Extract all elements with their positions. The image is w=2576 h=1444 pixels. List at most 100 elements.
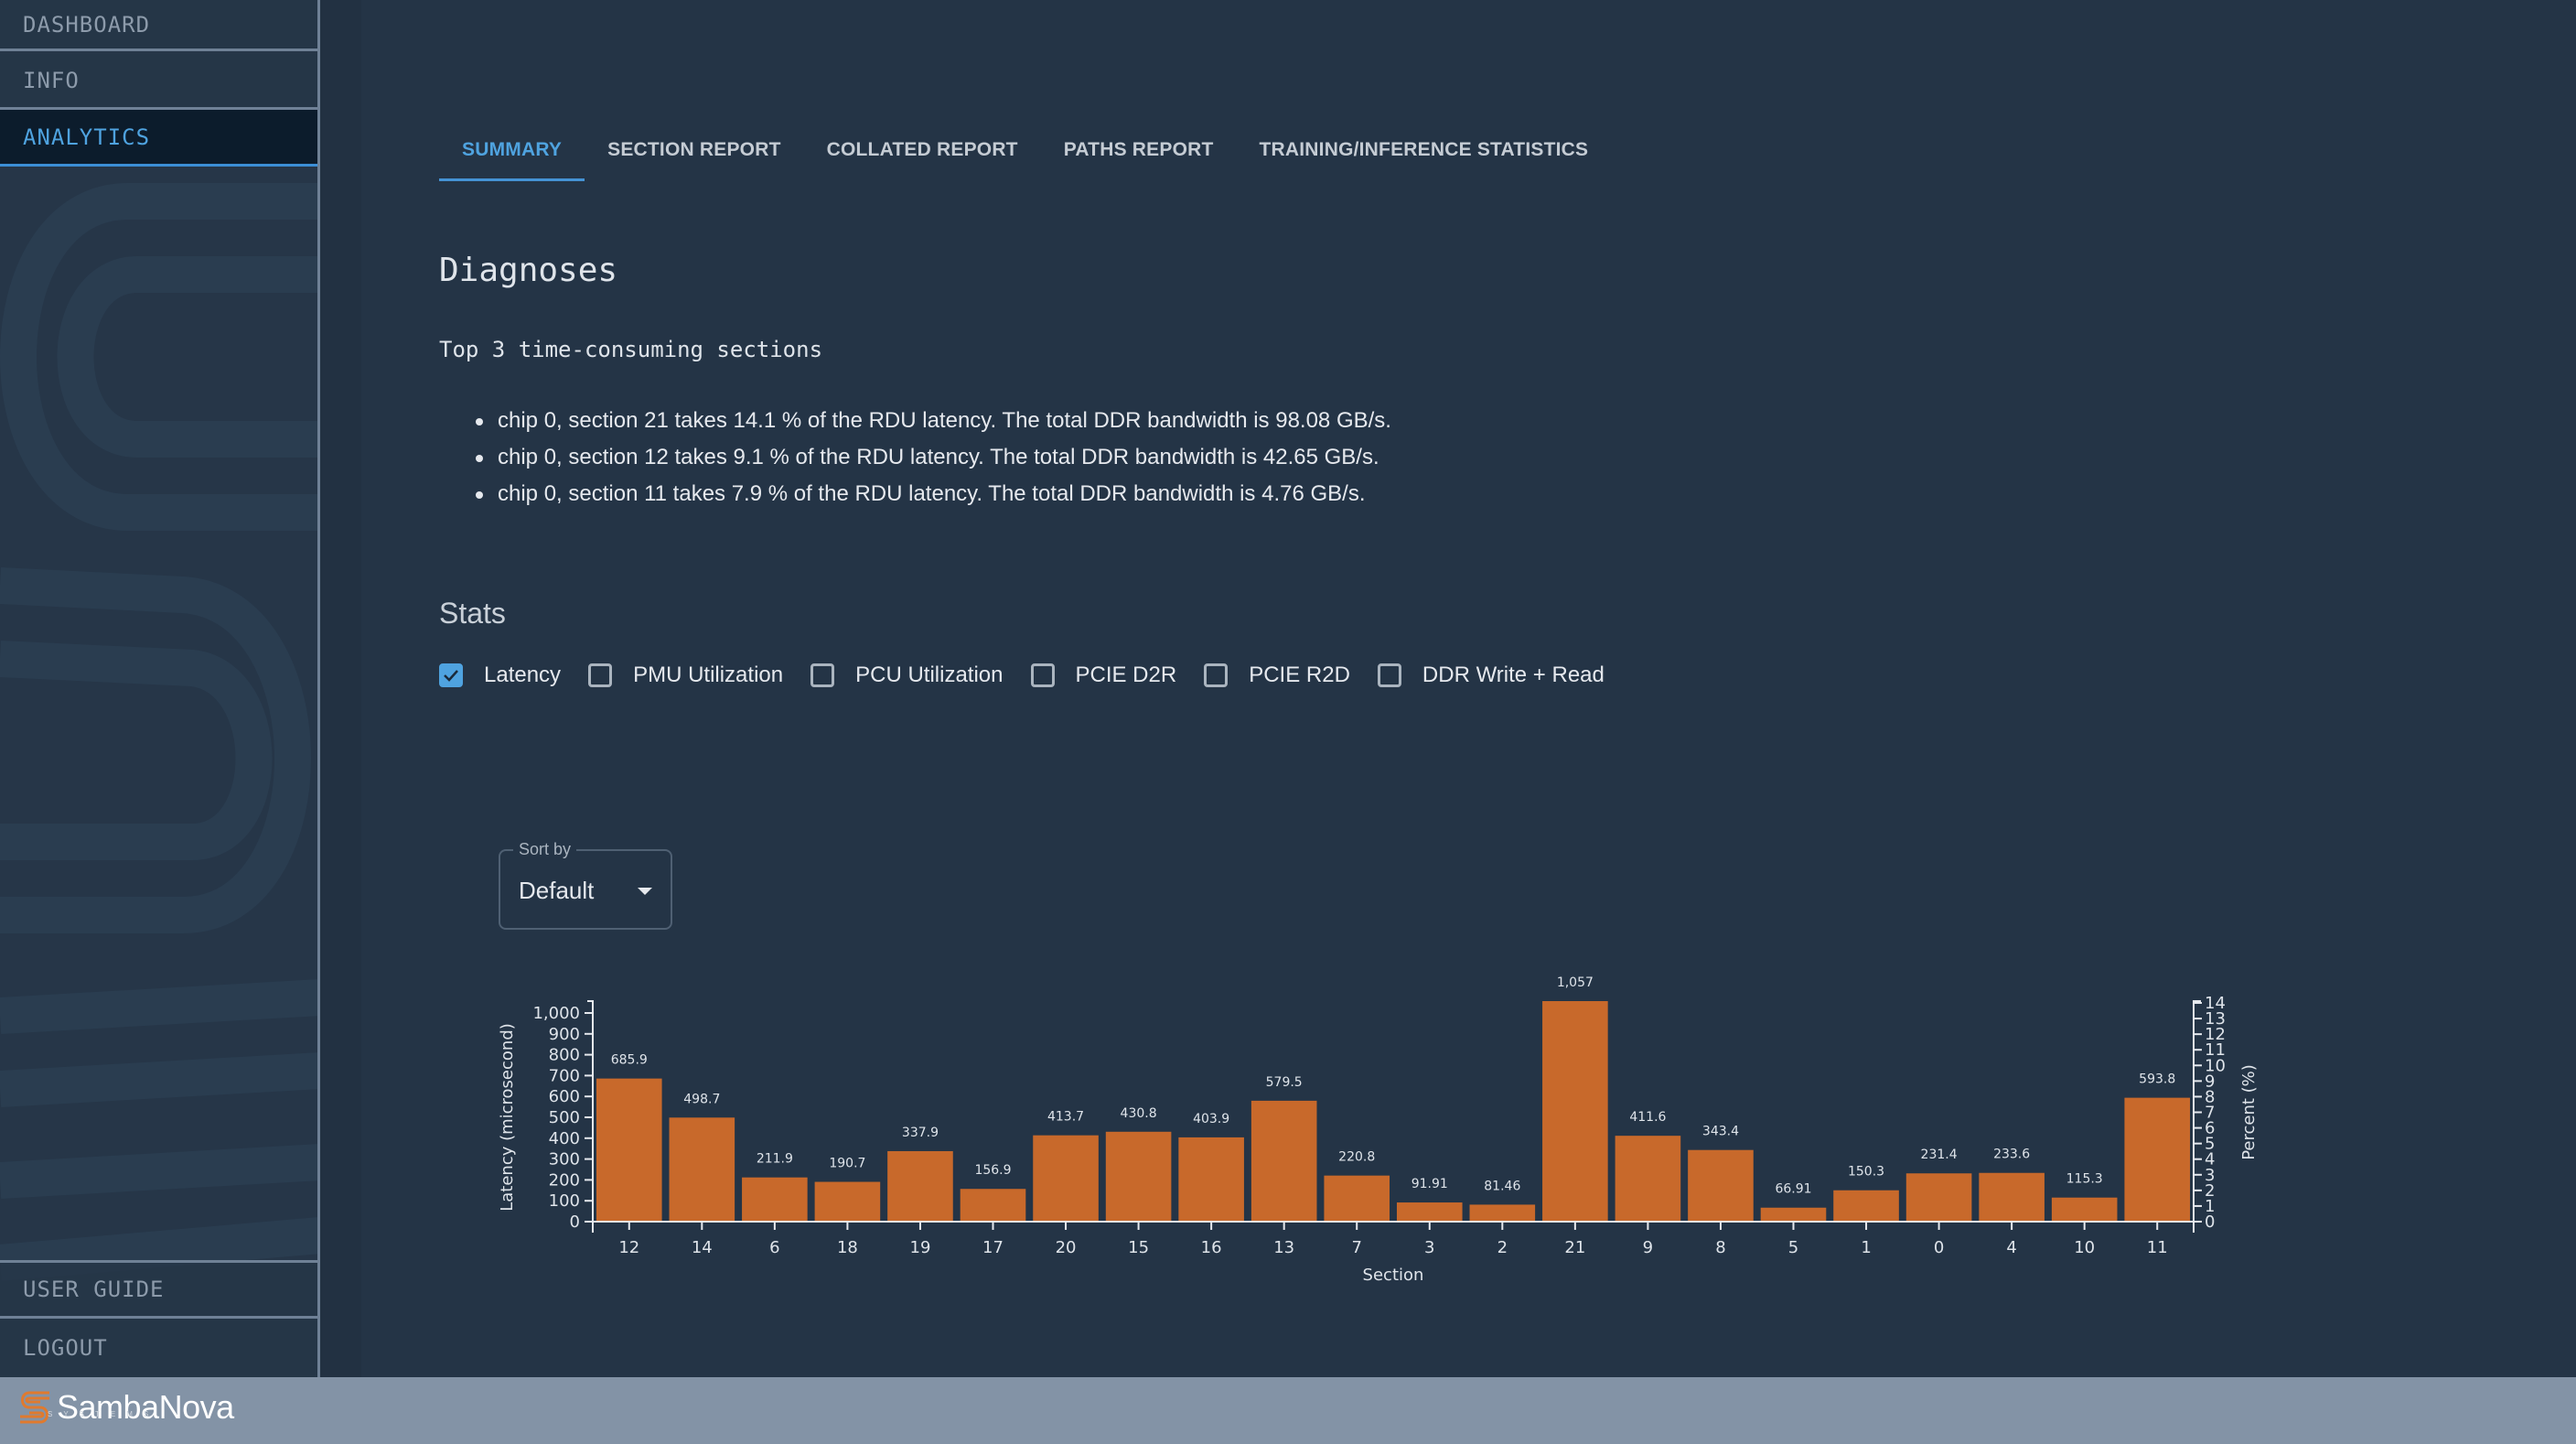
ddr-write-read-checkbox[interactable]: DDR Write + Read	[1377, 663, 1605, 688]
bar-value-label: 150.3	[1848, 1165, 1884, 1180]
bar-section-15	[1105, 1131, 1172, 1222]
x-tick-label: 21	[1564, 1238, 1585, 1257]
y-tick-label: 600	[549, 1087, 580, 1106]
checkbox-unchecked-icon[interactable]	[810, 663, 835, 687]
checkbox-label: DDR Write + Read	[1422, 663, 1605, 687]
bar-section-18	[814, 1181, 881, 1222]
x-tick-label: 1	[1861, 1238, 1871, 1257]
x-tick-label: 11	[2147, 1238, 2168, 1257]
y2-tick-label: 1	[2205, 1197, 2215, 1216]
x-tick-label: 3	[1424, 1238, 1434, 1257]
sidebar-item-label: DASHBOARD	[23, 11, 151, 38]
latency-checkbox[interactable]: Latency	[439, 663, 561, 688]
sidebar-item-user-guide[interactable]: USER GUIDE	[0, 1260, 317, 1319]
y2-tick-label: 3	[2205, 1166, 2215, 1185]
y2-tick-label: 12	[2205, 1025, 2226, 1044]
sidebar-background-art	[0, 183, 317, 1281]
pcie-d2r-checkbox[interactable]: PCIE D2R	[1030, 663, 1176, 688]
pmu-utilization-checkbox[interactable]: PMU Utilization	[588, 663, 783, 688]
tab-section-report[interactable]: SECTION REPORT	[585, 119, 803, 181]
x-tick-label: 12	[618, 1238, 639, 1257]
bar-value-label: 81.46	[1484, 1179, 1520, 1193]
y2-tick-label: 13	[2205, 1009, 2226, 1029]
bar-section-20	[1033, 1135, 1099, 1222]
checkbox-label: PCU Utilization	[855, 663, 1004, 687]
diagnoses-list: chip 0, section 21 takes 14.1 % of the R…	[476, 403, 1391, 512]
y-tick-label: 300	[549, 1150, 580, 1169]
x-tick-label: 14	[692, 1238, 713, 1257]
bar-section-3	[1396, 1202, 1463, 1222]
bar-section-16	[1178, 1137, 1244, 1222]
bar-section-13	[1250, 1100, 1317, 1222]
y2-tick-label: 4	[2205, 1150, 2215, 1169]
bar-value-label: 685.9	[611, 1053, 648, 1068]
bar-value-label: 593.8	[2139, 1072, 2175, 1087]
checkbox-label: PCIE R2D	[1249, 663, 1350, 687]
x-tick-label: 2	[1497, 1238, 1508, 1257]
sort-by-select[interactable]: Sort by Default	[499, 840, 672, 930]
bar-value-label: 579.5	[1266, 1075, 1303, 1090]
bar-section-1	[1833, 1190, 1899, 1222]
x-tick-label: 15	[1128, 1238, 1149, 1257]
x-tick-label: 10	[2074, 1238, 2095, 1257]
bar-value-label: 337.9	[902, 1126, 939, 1140]
bar-value-label: 413.7	[1047, 1110, 1084, 1125]
y2-tick-label: 8	[2205, 1087, 2215, 1106]
checkbox-unchecked-icon[interactable]	[1030, 663, 1055, 687]
sidebar-item-logout[interactable]: LOGOUT	[0, 1319, 317, 1377]
bar-section-21	[1542, 1001, 1608, 1222]
bar-value-label: 231.4	[1921, 1148, 1958, 1162]
checkbox-unchecked-icon[interactable]	[588, 663, 613, 687]
sidebar-item-info[interactable]: INFO	[0, 54, 317, 110]
bar-section-10	[2051, 1197, 2118, 1222]
tab-training-inference-statistics[interactable]: TRAINING/INFERENCE STATISTICS	[1237, 119, 1612, 181]
list-item: chip 0, section 12 takes 9.1 % of the RD…	[476, 439, 1391, 476]
y-tick-label: 800	[549, 1046, 580, 1065]
sidebar-item-dashboard[interactable]: DASHBOARD	[0, 0, 317, 51]
bar-section-0	[1905, 1173, 1972, 1222]
bar-section-11	[2124, 1097, 2191, 1222]
stats-heading: Stats	[439, 597, 506, 630]
y2-tick-label: 7	[2205, 1104, 2215, 1123]
y2-axis-line	[2193, 1000, 2201, 1233]
y-tick-label: 0	[570, 1212, 580, 1232]
checkbox-unchecked-icon[interactable]	[1204, 663, 1229, 687]
bar-section-12	[596, 1078, 662, 1222]
y2-tick-label: 9	[2205, 1072, 2215, 1091]
bar-section-8	[1688, 1149, 1754, 1222]
x-tick-label: 18	[837, 1238, 858, 1257]
checkbox-unchecked-icon[interactable]	[1377, 663, 1401, 687]
checkbox-label: PMU Utilization	[633, 663, 784, 687]
checkbox-checked-icon[interactable]	[439, 663, 463, 687]
bar-value-label: 66.91	[1775, 1182, 1811, 1197]
sort-by-label: Sort by	[513, 840, 577, 859]
tab-paths-report[interactable]: PATHS REPORT	[1041, 119, 1237, 181]
sidebar-item-label: ANALYTICS	[23, 124, 151, 150]
y2-tick-label: 10	[2205, 1056, 2226, 1075]
tab-summary[interactable]: SUMMARY	[439, 119, 585, 181]
sort-by-value: Default	[519, 877, 595, 904]
y2-tick-label: 11	[2205, 1040, 2226, 1060]
y2-axis-label: Percent (%)	[2239, 1064, 2259, 1160]
bar-section-6	[742, 1177, 808, 1222]
bar-section-5	[1760, 1207, 1827, 1222]
pcie-r2d-checkbox[interactable]: PCIE R2D	[1204, 663, 1350, 688]
latency-bar-chart: 685.912498.714211.96190.718337.919156.91…	[498, 975, 2259, 1285]
y-axis-line	[587, 1000, 594, 1233]
sidebar-item-label: LOGOUT	[23, 1335, 108, 1361]
brand-subtitle: SYSTEMS	[48, 1410, 160, 1418]
bar-section-4	[1979, 1172, 2045, 1222]
bar-value-label: 403.9	[1193, 1112, 1229, 1126]
x-tick-label: 20	[1056, 1238, 1077, 1257]
y-tick-label: 400	[549, 1129, 580, 1148]
x-tick-label: 7	[1352, 1238, 1362, 1257]
y-tick-label: 700	[549, 1066, 580, 1085]
sidebar-item-analytics[interactable]: ANALYTICS	[0, 110, 317, 167]
x-tick-label: 9	[1643, 1238, 1653, 1257]
main-panel-edge	[320, 0, 361, 1377]
tab-collated-report[interactable]: COLLATED REPORT	[804, 119, 1041, 181]
y2-tick-label: 14	[2205, 994, 2226, 1013]
brand-name: SambaNova	[57, 1388, 234, 1426]
pcu-utilization-checkbox[interactable]: PCU Utilization	[810, 663, 1004, 688]
sidebar-item-label: USER GUIDE	[23, 1277, 165, 1302]
